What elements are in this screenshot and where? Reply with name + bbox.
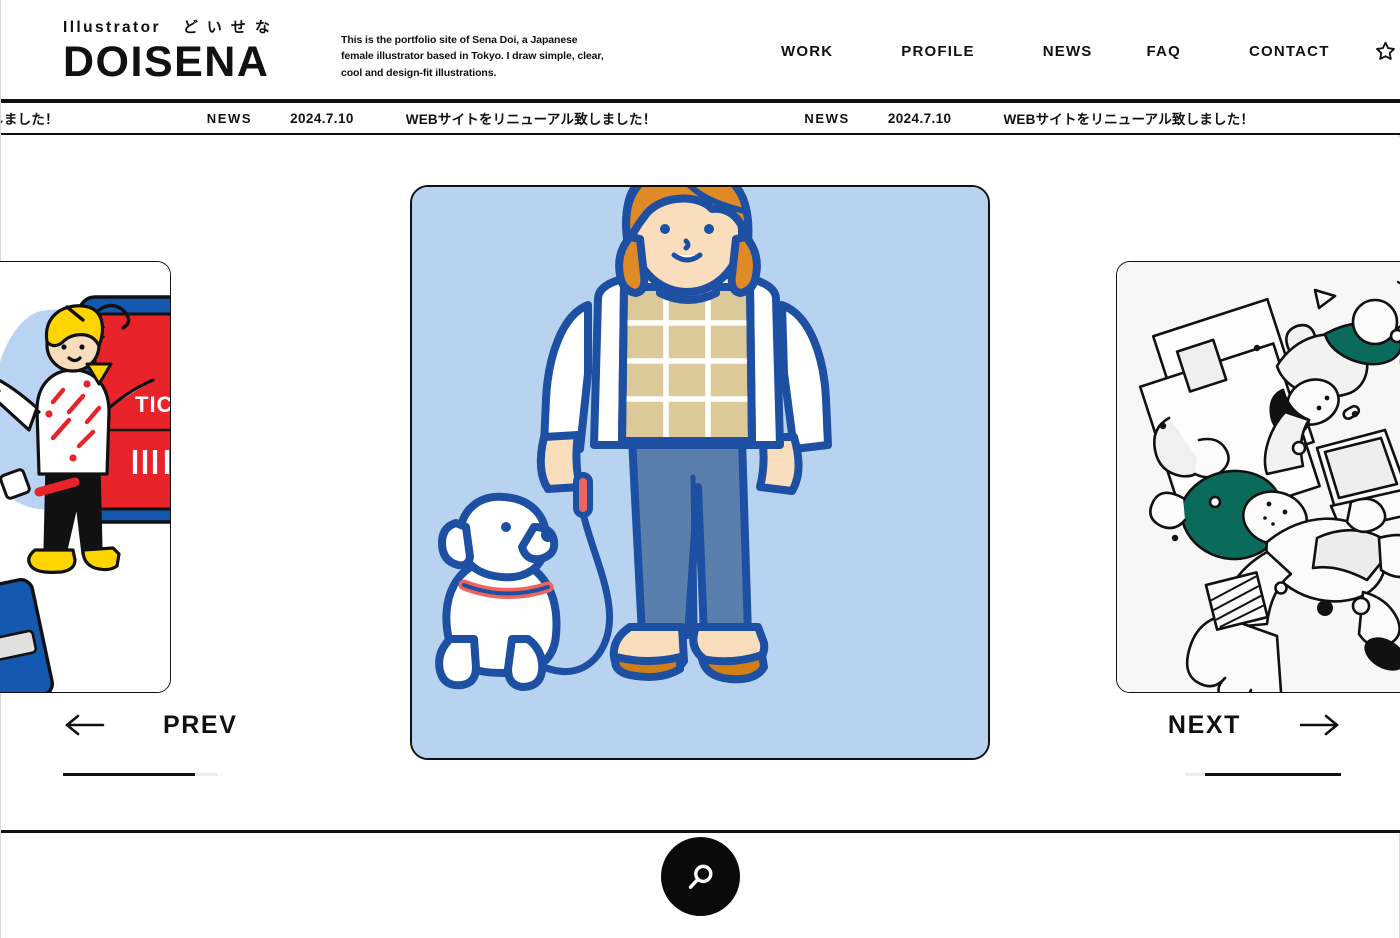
- search-button[interactable]: [661, 837, 740, 916]
- main-nav: WORK PROFILE NEWS FAQ CONTACT: [781, 40, 1400, 63]
- nav-icon-group: [1374, 40, 1400, 63]
- carousel-slide-next[interactable]: [1116, 261, 1400, 693]
- news-ticker-track: NEWS 2024.7.10 WEBサイトをリニューアル致しました！ NEWS …: [1, 108, 1400, 128]
- news-ticker-item[interactable]: NEWS 2024.7.10 WEBサイトをリニューアル致しました！: [207, 108, 805, 128]
- search-icon: [688, 864, 712, 889]
- prev-label: PREV: [163, 710, 238, 739]
- ticker-label: NEWS: [206, 110, 253, 126]
- logo-wordmark: DOISENA: [63, 37, 270, 86]
- carousel-next-button[interactable]: NEXT: [1119, 697, 1341, 776]
- nav-item-news[interactable]: NEWS: [1043, 43, 1093, 60]
- ticker-text: WEBサイトをリニューアル致しました！: [1, 112, 59, 127]
- carousel-slide-current[interactable]: [410, 185, 990, 760]
- ticker-label: NEWS: [804, 110, 850, 126]
- woman-with-dog-illustration: [412, 187, 988, 758]
- nav-item-work[interactable]: WORK: [781, 43, 833, 60]
- footer-divider: [1, 830, 1400, 833]
- nav-item-contact[interactable]: CONTACT: [1249, 43, 1330, 60]
- star-icon[interactable]: [1374, 40, 1397, 63]
- carousel-slide-prev[interactable]: TIC: [0, 261, 171, 693]
- svg-text:TIC: TIC: [135, 392, 171, 417]
- logo-pretitle-row: Illustrator どいせな: [63, 20, 279, 36]
- site-header: Illustrator どいせな DOISENA This is the por…: [1, 0, 1400, 101]
- site-logo[interactable]: Illustrator どいせな DOISENA: [63, 20, 279, 85]
- arrow-left-icon: [63, 713, 105, 737]
- ticker-date: 2024.7.10: [887, 110, 952, 126]
- prev-progress-track: [63, 773, 218, 776]
- arrow-right-icon: [1299, 713, 1341, 737]
- news-ticker-item[interactable]: NEWS 2024.7.10 WEBサイトをリニューアル致しました！: [804, 108, 1400, 128]
- remote-work-illustration: [1117, 262, 1400, 692]
- carousel-prev-button[interactable]: PREV: [63, 697, 285, 776]
- news-ticker[interactable]: NEWS 2024.7.10 WEBサイトをリニューアル致しました！ NEWS …: [1, 101, 1400, 135]
- ticker-text: WEBサイトをリニューアル致しました！: [1003, 112, 1255, 127]
- carousel-stage: TIC PREV NEXT: [0, 137, 1400, 831]
- next-label: NEXT: [1167, 710, 1241, 739]
- next-progress-track: [1186, 773, 1341, 776]
- news-ticker-item[interactable]: NEWS 2024.7.10 WEBサイトをリニューアル致しました！: [1, 108, 207, 128]
- next-progress-fill: [1204, 773, 1341, 776]
- prev-row: PREV: [63, 697, 285, 753]
- nav-item-faq[interactable]: FAQ: [1147, 43, 1181, 60]
- ticker-text: WEBサイトをリニューアル致しました！: [405, 112, 657, 127]
- ticket-app-illustration: TIC: [0, 262, 171, 692]
- page-root: Illustrator どいせな DOISENA This is the por…: [0, 0, 1400, 938]
- site-tagline: This is the portfolio site of Sena Doi, …: [341, 34, 604, 79]
- nav-item-profile[interactable]: PROFILE: [901, 43, 974, 60]
- logo-pretitle-jp: どいせな: [182, 19, 279, 36]
- logo-pretitle: Illustrator: [63, 19, 161, 36]
- ticker-date: 2024.7.10: [290, 110, 354, 126]
- prev-progress-fill: [63, 773, 195, 776]
- next-row: NEXT: [1119, 697, 1341, 753]
